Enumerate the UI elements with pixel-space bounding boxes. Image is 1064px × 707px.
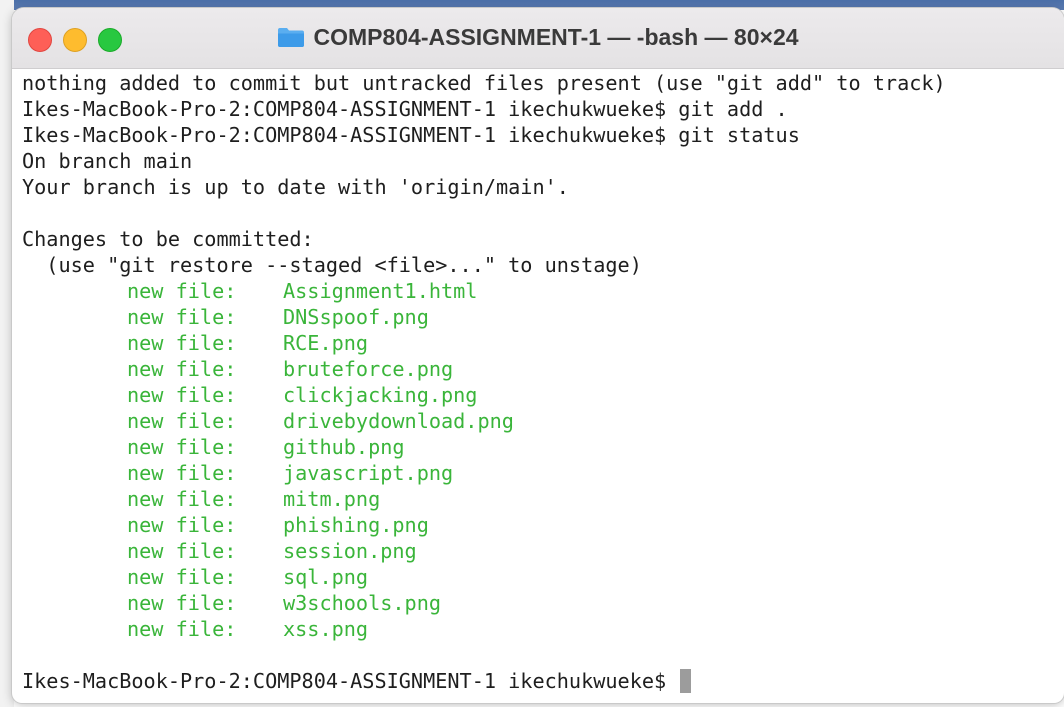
staged-file-name: phishing.png [283, 513, 429, 537]
new-file-label: new file: [127, 487, 237, 511]
output-line: nothing added to commit but untracked fi… [22, 71, 946, 95]
title-bar[interactable]: COMP804-ASSIGNMENT-1 — -bash — 80×24 [12, 8, 1064, 69]
staged-file-name: RCE.png [283, 331, 369, 355]
staged-file-name: sql.png [283, 565, 369, 589]
staged-file-name: DNSspoof.png [283, 305, 429, 329]
staged-file-name: github.png [283, 435, 405, 459]
staged-file-name: javascript.png [283, 461, 454, 485]
new-file-label: new file: [127, 539, 237, 563]
text-cursor [680, 669, 692, 693]
new-file-label: new file: [127, 331, 237, 355]
staged-file-line: new file: xss.png [22, 616, 1064, 642]
output-line: On branch main [22, 149, 193, 173]
staged-file-name: session.png [283, 539, 417, 563]
staged-file-line: new file: github.png [22, 434, 1064, 460]
new-file-label: new file: [127, 279, 237, 303]
terminal-window[interactable]: COMP804-ASSIGNMENT-1 — -bash — 80×24 not… [12, 8, 1064, 703]
output-line: Your branch is up to date with 'origin/m… [22, 175, 569, 199]
window-title: COMP804-ASSIGNMENT-1 — -bash — 80×24 [313, 24, 799, 50]
staged-file-line: new file: drivebydownload.png [22, 408, 1064, 434]
staged-file-line: new file: Assignment1.html [22, 278, 1064, 304]
staged-file-name: xss.png [283, 617, 369, 641]
new-file-label: new file: [127, 409, 237, 433]
terminal-output[interactable]: nothing added to commit but untracked fi… [22, 70, 1064, 694]
new-file-label: new file: [127, 383, 237, 407]
folder-icon [277, 26, 305, 48]
staged-file-line: new file: session.png [22, 538, 1064, 564]
shell-prompt: Ikes-MacBook-Pro-2:COMP804-ASSIGNMENT-1 … [22, 669, 679, 693]
output-line: Ikes-MacBook-Pro-2:COMP804-ASSIGNMENT-1 … [22, 123, 800, 147]
staged-file-name: bruteforce.png [283, 357, 454, 381]
staged-file-line: new file: phishing.png [22, 512, 1064, 538]
staged-file-line: new file: clickjacking.png [22, 382, 1064, 408]
output-line: (use "git restore --staged <file>..." to… [22, 253, 642, 277]
new-file-label: new file: [127, 435, 237, 459]
staged-file-name: w3schools.png [283, 591, 442, 615]
staged-file-name: drivebydownload.png [283, 409, 514, 433]
new-file-label: new file: [127, 357, 237, 381]
prompt-line[interactable]: Ikes-MacBook-Pro-2:COMP804-ASSIGNMENT-1 … [22, 668, 1064, 694]
new-file-label: new file: [127, 513, 237, 537]
new-file-label: new file: [127, 591, 237, 615]
output-line: Ikes-MacBook-Pro-2:COMP804-ASSIGNMENT-1 … [22, 97, 788, 121]
staged-file-line: new file: DNSspoof.png [22, 304, 1064, 330]
staged-file-line: new file: javascript.png [22, 460, 1064, 486]
staged-file-line: new file: sql.png [22, 564, 1064, 590]
staged-file-line: new file: RCE.png [22, 330, 1064, 356]
new-file-label: new file: [127, 461, 237, 485]
new-file-label: new file: [127, 305, 237, 329]
staged-file-line: new file: w3schools.png [22, 590, 1064, 616]
staged-file-name: Assignment1.html [283, 279, 478, 303]
output-line: Changes to be committed: [22, 227, 314, 251]
new-file-label: new file: [127, 617, 237, 641]
staged-file-line: new file: mitm.png [22, 486, 1064, 512]
staged-file-name: clickjacking.png [283, 383, 478, 407]
new-file-label: new file: [127, 565, 237, 589]
staged-file-name: mitm.png [283, 487, 381, 511]
window-title-group: COMP804-ASSIGNMENT-1 — -bash — 80×24 [12, 24, 1064, 51]
staged-file-line: new file: bruteforce.png [22, 356, 1064, 382]
